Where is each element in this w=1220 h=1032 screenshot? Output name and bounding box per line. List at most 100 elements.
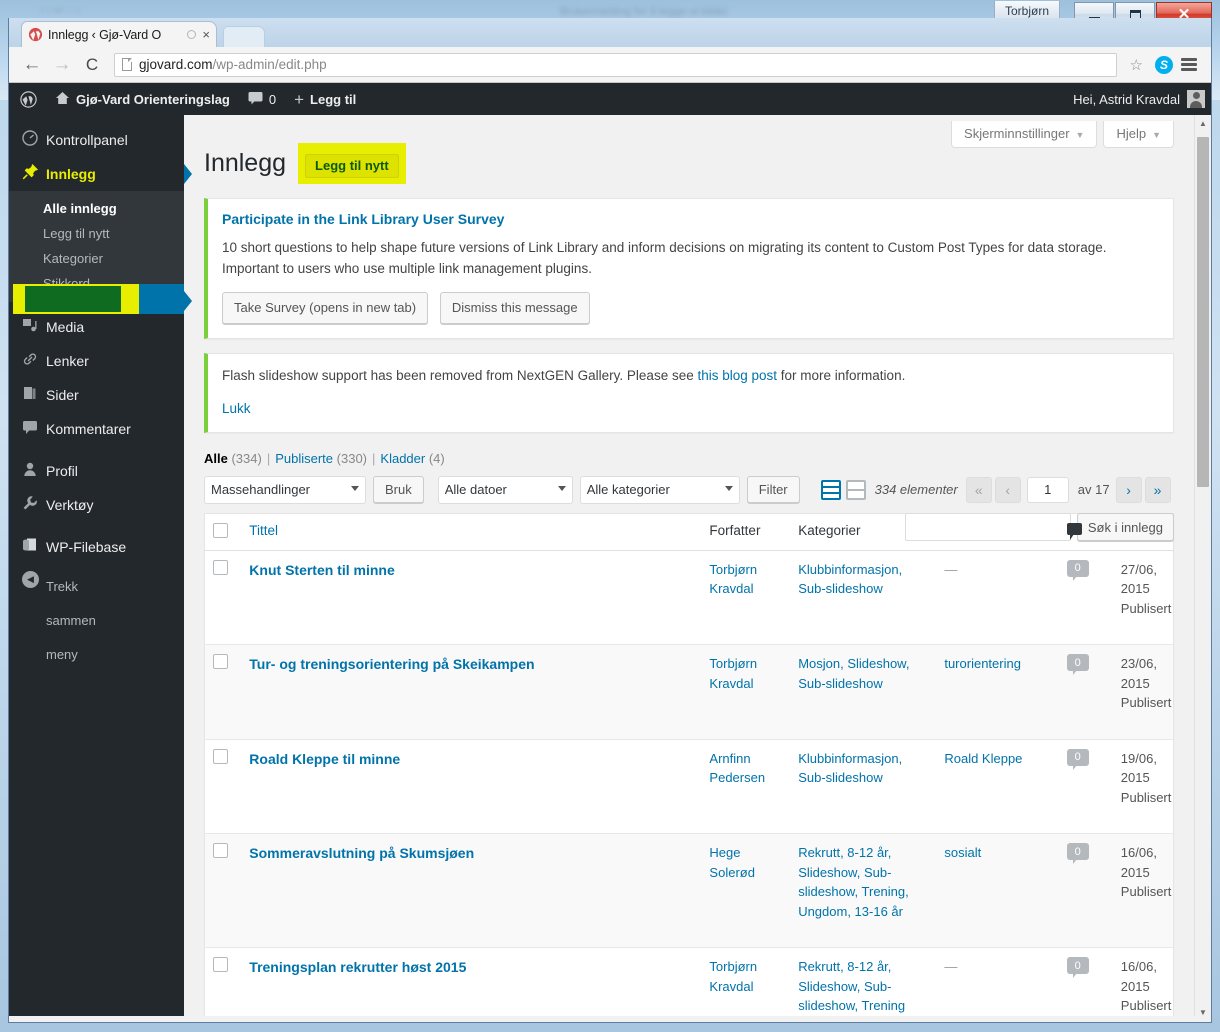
sidebar-item-wp-filebase[interactable]: WP-Filebase: [9, 530, 184, 564]
collapse-menu-button[interactable]: ◀ Trekk sammen meny: [9, 564, 184, 672]
forward-icon[interactable]: →: [47, 55, 77, 74]
take-survey-button[interactable]: Take Survey (opens in new tab): [222, 291, 429, 324]
first-page-button[interactable]: «: [965, 476, 992, 503]
comment-count-badge[interactable]: 0: [1066, 559, 1089, 581]
author-link[interactable]: Torbjørn Kravdal: [709, 562, 757, 597]
table-row[interactable]: Knut Sterten til minne Torbjørn Kravdal …: [204, 550, 1174, 646]
browser-tabstrip: Innlegg ‹ Gjø-Vard O ×: [9, 18, 1211, 47]
categories-link[interactable]: Klubbinformasjon, Sub-slideshow: [798, 562, 902, 597]
close-notice-link[interactable]: Lukk: [222, 401, 251, 416]
comment-count-badge[interactable]: 0: [1066, 654, 1089, 676]
wordpress-favicon-icon: [28, 27, 43, 42]
admin-bar-account[interactable]: Hei, Astrid Kravdal: [1073, 83, 1211, 115]
dismiss-message-button[interactable]: Dismiss this message: [439, 291, 590, 324]
excerpt-view-icon[interactable]: [845, 479, 866, 500]
sidebar-item-profil[interactable]: Profil: [9, 454, 184, 488]
sidebar-item-sider[interactable]: Sider: [9, 378, 184, 412]
table-row[interactable]: Roald Kleppe til minne Arnfinn Pedersen …: [204, 739, 1174, 835]
sidebar-item-legg-til-nytt[interactable]: Legg til nytt: [9, 221, 184, 246]
categories-link[interactable]: Mosjon, Slideshow, Sub-slideshow: [798, 656, 909, 691]
comment-count-badge[interactable]: 0: [1066, 843, 1089, 865]
search-input[interactable]: [904, 513, 1071, 541]
tags-link[interactable]: Roald Kleppe: [944, 751, 1022, 766]
browser-toolbar: ← → C gjovard.com/wp-admin/edit.php ☆ S: [9, 47, 1211, 83]
post-title-link[interactable]: Roald Kleppe til minne: [249, 751, 400, 767]
search-submit-button[interactable]: Søk i innlegg: [1076, 513, 1174, 541]
author-link[interactable]: Hege Solerød: [709, 845, 755, 880]
sidebar-item-kontrollpanel[interactable]: Kontrollpanel: [9, 123, 184, 157]
current-page-input[interactable]: [1026, 476, 1069, 503]
row-author-cell: Torbjørn Kravdal: [701, 947, 791, 1021]
page-scrollbar[interactable]: ▲ ▼: [1194, 115, 1211, 1021]
filter-publiserte[interactable]: Publiserte: [275, 451, 333, 466]
row-checkbox[interactable]: [213, 654, 228, 670]
last-page-button[interactable]: »: [1144, 476, 1171, 503]
scrollbar-thumb[interactable]: [1197, 137, 1209, 487]
dashboard-icon: [22, 130, 44, 150]
back-icon[interactable]: ←: [17, 55, 47, 74]
sidebar-item-kommentarer[interactable]: Kommentarer: [9, 412, 184, 446]
next-page-button[interactable]: ›: [1115, 476, 1142, 503]
apply-bulk-action-button[interactable]: Bruk: [373, 476, 424, 504]
row-checkbox[interactable]: [213, 957, 228, 973]
add-new-post-button[interactable]: Legg til nytt: [305, 154, 399, 178]
tab-close-icon[interactable]: ×: [202, 28, 210, 41]
chevron-down-icon: ▼: [1152, 130, 1161, 140]
sidebar-item-kategorier[interactable]: Kategorier: [9, 246, 184, 271]
new-content-link[interactable]: + Legg til: [285, 83, 365, 115]
table-row[interactable]: Treningsplan rekrutter høst 2015 Torbjør…: [204, 947, 1174, 1021]
row-checkbox[interactable]: [213, 843, 228, 859]
reload-icon[interactable]: C: [77, 56, 107, 73]
bulk-actions-select[interactable]: Massehandlinger: [204, 475, 366, 504]
comment-count-badge[interactable]: 0: [1066, 748, 1089, 770]
sidebar-item-media[interactable]: Media: [9, 310, 184, 344]
post-title-link[interactable]: Sommeravslutning på Skumsjøen: [249, 845, 474, 861]
filter-alle[interactable]: Alle: [204, 451, 228, 466]
bookmark-star-icon[interactable]: ☆: [1130, 56, 1143, 74]
sidebar-item-innlegg[interactable]: Innlegg: [9, 157, 192, 191]
sidebar-item-alle-innlegg[interactable]: Alle innlegg: [9, 196, 184, 221]
author-link[interactable]: Torbjørn Kravdal: [709, 959, 757, 994]
prev-page-button[interactable]: ‹: [994, 476, 1021, 503]
column-header-title[interactable]: Tittel: [241, 513, 702, 551]
table-row[interactable]: Sommeravslutning på Skumsjøen Hege Soler…: [204, 833, 1174, 949]
row-categories-cell: Klubbinformasjon, Sub-slideshow: [790, 550, 937, 646]
categories-link[interactable]: Rekrutt, 8-12 år, Slideshow, Sub-slidesh…: [798, 959, 905, 1013]
comment-count-badge[interactable]: 0: [1066, 957, 1089, 979]
select-all-checkbox[interactable]: [213, 522, 228, 538]
filter-button[interactable]: Filter: [746, 476, 800, 504]
browser-menu-icon[interactable]: [1181, 56, 1197, 74]
posts-table: Tittel Forfatter Kategorier Stikkord Dat…: [204, 512, 1174, 1021]
category-filter-select[interactable]: Alle kategorier: [579, 475, 740, 504]
table-row[interactable]: Tur- og treningsorientering på Skeikampe…: [204, 644, 1174, 740]
new-tab-button[interactable]: [223, 26, 265, 47]
post-title-link[interactable]: Tur- og treningsorientering på Skeikampe…: [249, 656, 534, 672]
filter-kladder[interactable]: Kladder: [380, 451, 425, 466]
row-checkbox[interactable]: [213, 748, 228, 764]
comments-bubble-link[interactable]: 0: [239, 83, 285, 115]
date-filter-select[interactable]: Alle datoer: [437, 475, 573, 504]
skype-extension-icon[interactable]: S: [1155, 55, 1173, 74]
author-link[interactable]: Arnfinn Pedersen: [709, 751, 765, 786]
scroll-up-icon[interactable]: ▲: [1195, 115, 1211, 132]
categories-link[interactable]: Rekrutt, 8-12 år, Slideshow, Sub-slidesh…: [798, 845, 909, 919]
pages-icon: [22, 385, 44, 405]
list-view-icon[interactable]: [820, 479, 841, 500]
author-link[interactable]: Torbjørn Kravdal: [709, 656, 757, 691]
tags-link[interactable]: turorientering: [944, 656, 1021, 671]
wp-logo-icon[interactable]: [11, 83, 46, 115]
site-home-link[interactable]: Gjø-Vard Orienteringslag: [46, 83, 239, 115]
post-date: 16/06, 2015: [1120, 845, 1157, 880]
categories-link[interactable]: Klubbinformasjon, Sub-slideshow: [798, 751, 902, 786]
address-bar[interactable]: gjovard.com/wp-admin/edit.php: [114, 52, 1117, 77]
row-select-cell: [204, 947, 242, 1021]
sidebar-item-verktoy[interactable]: Verktøy: [9, 488, 184, 522]
sidebar-item-lenker[interactable]: Lenker: [9, 344, 184, 378]
row-checkbox[interactable]: [213, 559, 228, 575]
post-title-link[interactable]: Knut Sterten til minne: [249, 562, 394, 578]
tags-link[interactable]: sosialt: [944, 845, 981, 860]
post-title-link[interactable]: Treningsplan rekrutter høst 2015: [249, 959, 466, 975]
blog-post-link[interactable]: this blog post: [697, 368, 777, 383]
browser-tab[interactable]: Innlegg ‹ Gjø-Vard O ×: [21, 21, 217, 47]
sidebar-label: Innlegg: [46, 166, 96, 182]
